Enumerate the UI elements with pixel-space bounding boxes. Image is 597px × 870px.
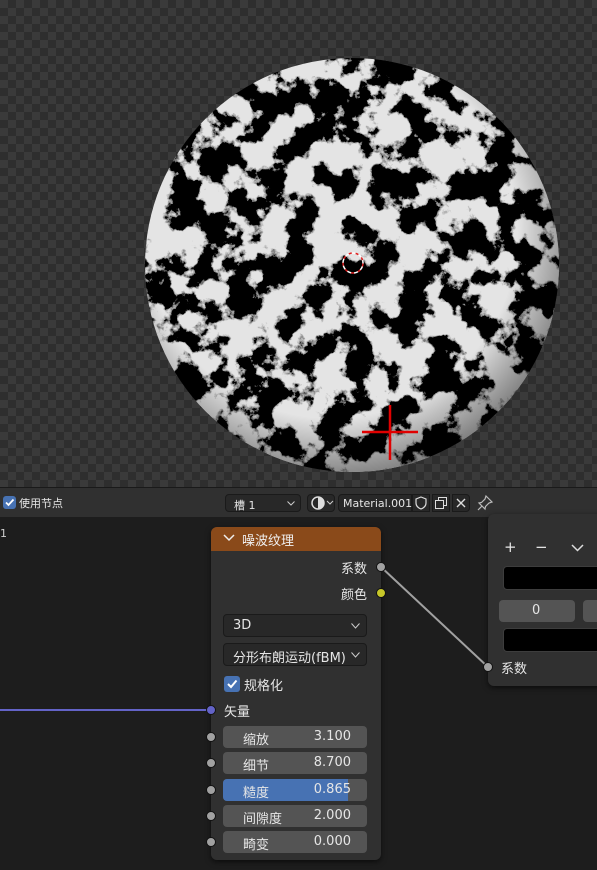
noise-sphere-preview: [145, 58, 559, 472]
output-color-socket[interactable]: [376, 588, 386, 598]
input-distortion-socket[interactable]: [206, 837, 216, 847]
input-scale-socket[interactable]: [206, 732, 216, 742]
chevron-down-icon: [351, 623, 360, 629]
node-title-bar[interactable]: 噪波纹理: [211, 527, 381, 551]
3d-viewport[interactable]: [0, 0, 597, 487]
stop-position-field[interactable]: 0: [499, 600, 575, 622]
output-color-label: 颜色: [341, 588, 368, 603]
use-nodes-label: 使用节点: [19, 497, 63, 510]
lacunarity-value: 2.000: [313, 808, 351, 823]
slot-label: 槽 1: [234, 499, 256, 512]
chevron-down-icon: [326, 500, 334, 505]
stop-index-field[interactable]: [583, 600, 597, 622]
detail-label: 细节: [243, 759, 270, 774]
distortion-value: 0.000: [313, 834, 351, 849]
ramp-input-fac-socket[interactable]: [483, 662, 493, 672]
color-ramp-bar[interactable]: [503, 566, 597, 590]
shield-icon: [415, 496, 427, 510]
input-roughness-socket[interactable]: [206, 785, 216, 795]
browse-material-button[interactable]: [307, 494, 335, 512]
roughness-value: 0.865: [313, 782, 351, 797]
distortion-label: 畸变: [243, 838, 270, 853]
material-name: Material.001: [343, 497, 413, 510]
material-sphere-icon: [311, 496, 325, 510]
detail-value: 8.700: [313, 755, 351, 770]
ramp-input-fac-label: 系数: [501, 662, 528, 677]
scale-label: 缩放: [243, 733, 270, 748]
input-detail-socket[interactable]: [206, 758, 216, 768]
remove-stop-button[interactable]: −: [535, 538, 548, 556]
unlink-material-button[interactable]: [452, 494, 470, 512]
stop-color-swatch[interactable]: [503, 628, 597, 652]
chevron-down-icon[interactable]: [571, 544, 584, 552]
edge-label: 1: [0, 527, 7, 540]
detail-field[interactable]: 细节 8.700: [223, 752, 367, 774]
fake-user-button[interactable]: [412, 494, 430, 512]
node-title: 噪波纹理: [242, 534, 295, 549]
chevron-down-icon[interactable]: [223, 534, 235, 542]
slot-dropdown[interactable]: 槽 1: [225, 494, 301, 512]
normalize-label: 规格化: [244, 679, 284, 694]
roughness-label: 糙度: [243, 786, 270, 801]
lacunarity-label: 间隙度: [243, 812, 283, 827]
output-fac-socket[interactable]: [376, 562, 386, 572]
close-icon: [456, 498, 466, 508]
pin-icon[interactable]: [476, 494, 494, 512]
checkmark-icon: [227, 679, 238, 689]
stop-position-value: 0: [532, 603, 541, 618]
duplicate-material-button[interactable]: [432, 494, 450, 512]
dimensions-value: 3D: [233, 618, 252, 633]
lacunarity-field[interactable]: 间隙度 2.000: [223, 805, 367, 827]
node-editor-header: 使用节点 槽 1 Material.001: [0, 487, 597, 517]
input-lacunarity-socket[interactable]: [206, 811, 216, 821]
noise-type-dropdown[interactable]: 分形布朗运动(fBM): [223, 643, 367, 666]
chevron-down-icon: [351, 652, 360, 658]
chevron-down-icon: [287, 501, 295, 506]
output-fac-label: 系数: [341, 562, 368, 577]
roughness-field[interactable]: 糙度 0.865: [223, 779, 367, 801]
noise-type-value: 分形布朗运动(fBM): [233, 651, 346, 666]
scale-field[interactable]: 缩放 3.100: [223, 726, 367, 748]
material-name-field[interactable]: Material.001: [338, 494, 412, 512]
input-vector-socket[interactable]: [206, 705, 216, 715]
input-vector-label: 矢量: [224, 705, 251, 720]
distortion-field[interactable]: 畸变 0.000: [223, 831, 367, 853]
dimensions-dropdown[interactable]: 3D: [223, 614, 367, 637]
normalize-checkbox[interactable]: [224, 676, 240, 692]
use-nodes-checkbox[interactable]: [3, 496, 16, 509]
scale-value: 3.100: [313, 729, 351, 744]
add-stop-button[interactable]: +: [504, 538, 517, 556]
duplicate-icon: [435, 497, 447, 509]
